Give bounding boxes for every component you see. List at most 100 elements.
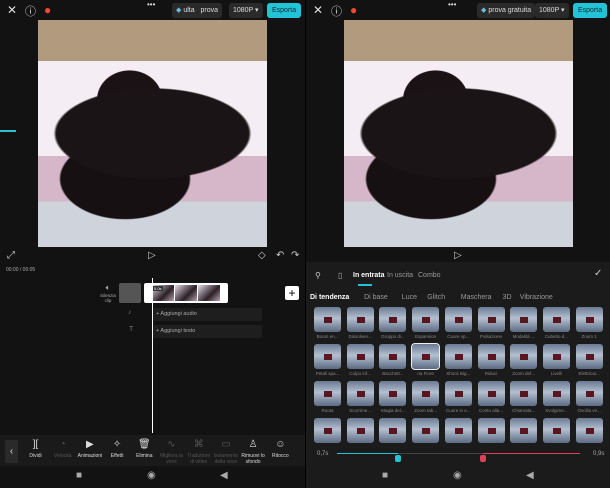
add-audio-track[interactable]: + Aggiungi audio: [152, 308, 262, 321]
undo-icon[interactable]: ↶: [276, 250, 284, 261]
effect-item[interactable]: Svolgime...: [542, 381, 570, 413]
nav-recent-icon[interactable]: ■: [382, 470, 388, 481]
effect-item[interactable]: Bacchett...: [379, 344, 407, 376]
effect-item[interactable]: [412, 418, 440, 443]
voice-icon: ∿: [167, 439, 176, 450]
effect-item[interactable]: na Fiore: [411, 343, 441, 376]
video-clip[interactable]: 5.0s: [144, 283, 228, 303]
play-icon[interactable]: ▷: [454, 250, 462, 261]
effect-item[interactable]: Livelli: [542, 344, 570, 376]
nav-recent-icon[interactable]: ■: [76, 470, 82, 481]
tab-combo[interactable]: Combo: [418, 272, 441, 279]
trial-button[interactable]: ◆ ulta prova: [172, 3, 222, 18]
tool-animation-button[interactable]: ▶ Animazioni: [76, 439, 103, 459]
playhead[interactable]: [152, 278, 153, 433]
effect-thumbnail: [542, 418, 570, 443]
tool-label: Dividi: [29, 453, 42, 459]
effect-item[interactable]: Cubetto d...: [542, 307, 570, 339]
effect-item[interactable]: Cuore in e...: [444, 381, 472, 413]
fullscreen-icon[interactable]: ⤢: [7, 250, 15, 261]
nav-home-icon[interactable]: ◉: [453, 470, 462, 481]
effect-item[interactable]: [444, 418, 472, 443]
effect-item[interactable]: Conto alla...: [477, 381, 505, 413]
effect-item[interactable]: Oscilla ve...: [575, 381, 603, 413]
add-clip-button[interactable]: +: [285, 286, 299, 300]
category-tab[interactable]: Di tendenza: [310, 294, 349, 301]
out-handle[interactable]: [479, 455, 486, 462]
category-tab[interactable]: 3D: [503, 294, 512, 301]
category-tab[interactable]: Glitch: [427, 294, 445, 301]
effect-item[interactable]: Pulsazione: [477, 307, 505, 339]
effect-item[interactable]: Chiamata...: [510, 381, 538, 413]
effect-item[interactable]: Petali spa...: [314, 344, 341, 376]
category-tab[interactable]: Luce: [402, 294, 417, 301]
effect-item[interactable]: Boom en...: [314, 307, 341, 339]
confirm-check-icon[interactable]: ✓: [594, 268, 602, 279]
effect-item[interactable]: Elettricar...: [575, 344, 603, 376]
category-tab[interactable]: Di base: [364, 294, 388, 301]
effect-item[interactable]: Dissolven...: [346, 307, 374, 339]
effect-item[interactable]: Gruppo di...: [379, 307, 407, 339]
effect-item[interactable]: [477, 418, 505, 443]
slider-max-label: 0,9s: [593, 451, 605, 457]
tool-split-button[interactable]: ][Dividi: [22, 439, 49, 459]
add-text-track[interactable]: + Aggiungi testo: [152, 325, 262, 338]
nav-back-icon[interactable]: ◀: [526, 470, 534, 481]
tool-label: Elimina: [136, 453, 153, 459]
flame-icon[interactable]: ●: [44, 3, 51, 17]
keyframe-icon[interactable]: ◇: [258, 250, 266, 261]
search-icon[interactable]: ⚲: [315, 271, 321, 280]
tool-delete-button[interactable]: 🗑︎ Elimina: [131, 439, 158, 459]
effect-item[interactable]: [542, 418, 570, 443]
effect-item[interactable]: [575, 418, 603, 443]
close-icon[interactable]: ✕: [7, 3, 17, 17]
effect-item[interactable]: Scorrime...: [346, 381, 374, 413]
export-button[interactable]: Esporta: [573, 3, 608, 18]
in-handle[interactable]: [394, 455, 401, 462]
duration-slider[interactable]: [337, 453, 580, 462]
close-icon[interactable]: ✕: [313, 3, 323, 17]
nav-back-icon[interactable]: ◀: [220, 470, 228, 481]
tool-retouch-button[interactable]: ☺ Ritocco: [267, 439, 294, 459]
export-button[interactable]: Esporta: [267, 3, 302, 18]
help-icon[interactable]: ⓘ: [25, 3, 36, 19]
category-tab[interactable]: Maschera: [461, 294, 492, 301]
more-icon[interactable]: •••: [147, 0, 155, 9]
effect-item[interactable]: [314, 418, 341, 443]
trial-button[interactable]: ◆ prova gratuita: [477, 3, 536, 18]
effect-thumbnail: [477, 381, 505, 406]
effect-item[interactable]: [346, 418, 374, 443]
effect-item[interactable]: Modalità ...: [510, 307, 538, 339]
bookmark-icon[interactable]: ▯: [338, 271, 342, 280]
effect-item[interactable]: Zoom def...: [510, 344, 538, 376]
tab-in[interactable]: In entrata: [353, 272, 385, 279]
nav-home-icon[interactable]: ◉: [147, 470, 156, 481]
mute-clip-button[interactable]: 🔈︎ Silenzia clip: [100, 283, 116, 303]
redo-icon[interactable]: ↷: [291, 250, 299, 261]
tab-out[interactable]: In uscita: [387, 272, 413, 279]
effect-item[interactable]: Shock Big...: [444, 344, 472, 376]
slider-min-label: 0,7s: [317, 451, 329, 457]
effect-item[interactable]: Riduci: [477, 344, 505, 376]
effect-item[interactable]: Magia del...: [379, 381, 407, 413]
tool-effects-button[interactable]: ✧ Effetti: [104, 439, 131, 459]
tool-remove-bg-button[interactable]: ♙ Rimuovi lo sfondo: [240, 439, 267, 465]
effect-item[interactable]: [510, 418, 538, 443]
help-icon[interactable]: ⓘ: [331, 3, 342, 19]
effect-item[interactable]: Zoom 1: [575, 307, 603, 339]
back-button[interactable]: ‹: [5, 440, 18, 463]
cover-thumbnail[interactable]: [119, 283, 141, 303]
category-tab[interactable]: Vibrazione: [520, 294, 553, 301]
effect-label: Dissolven...: [348, 334, 372, 339]
more-icon[interactable]: •••: [448, 0, 456, 9]
resolution-select[interactable]: 1080P ▾: [535, 3, 569, 18]
effect-item[interactable]: Zoom tab...: [412, 381, 440, 413]
effect-item[interactable]: Espansion: [412, 307, 440, 339]
effect-item[interactable]: Ruota: [314, 381, 341, 413]
resolution-select[interactable]: 1080P ▾: [229, 3, 263, 18]
play-icon[interactable]: ▷: [148, 250, 156, 261]
flame-icon[interactable]: ●: [350, 3, 357, 17]
effect-item[interactable]: [379, 418, 407, 443]
effect-item[interactable]: Cuore sp...: [444, 307, 472, 339]
effect-item[interactable]: Colpo inf...: [346, 344, 374, 376]
